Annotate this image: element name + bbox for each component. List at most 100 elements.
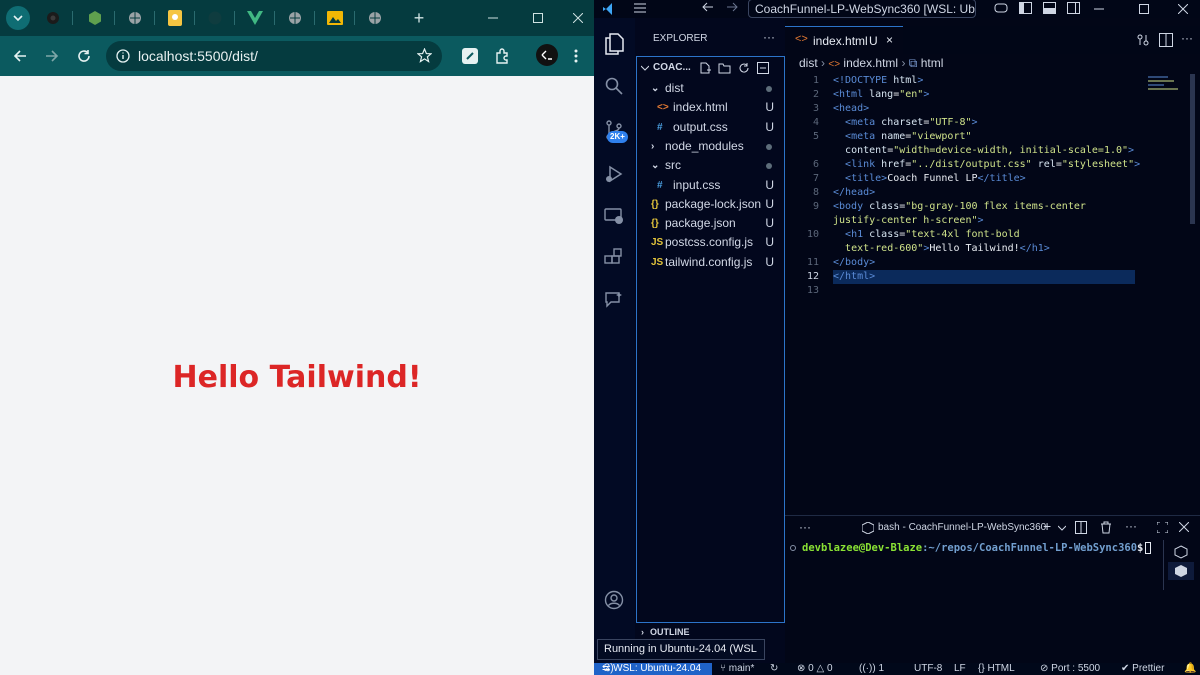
nav-back-button[interactable] [702,1,714,16]
language-indicator[interactable]: {} HTML [978,663,1015,675]
profile-avatar[interactable] [536,44,558,66]
refresh-icon[interactable] [738,62,750,74]
split-terminal-icon[interactable] [1075,521,1087,534]
eol-indicator[interactable]: LF [954,663,966,675]
chrome-menu-button[interactable] [564,44,588,68]
double-check-icon: ✔ [1121,663,1133,674]
layout-panel-button[interactable] [1043,2,1056,17]
tree-item[interactable]: JS postcss.config.js U [637,233,784,252]
activity-explorer[interactable] [602,32,626,56]
tab-globe-1[interactable] [126,9,144,27]
sync-icon[interactable]: ↻ [770,663,778,675]
explorer-more-button[interactable]: ··· [763,30,775,44]
activity-chat[interactable] [602,288,626,312]
forward-button[interactable] [40,44,64,68]
close-tab-icon[interactable]: × [886,33,893,47]
sidebar-layout-icon [1019,2,1032,14]
layout-sidebar-button[interactable] [1019,2,1032,17]
vscode-minimize-button[interactable] [1094,3,1104,17]
maximize-icon [533,13,543,23]
split-editor-icon[interactable] [1159,33,1173,47]
project-header[interactable]: COAC... [637,57,784,79]
close-window-button[interactable] [569,9,587,27]
activity-accounts[interactable] [602,588,626,612]
compare-changes-icon[interactable] [1136,33,1150,47]
tree-item[interactable]: <> index.html U [637,98,784,117]
breadcrumb-symbol[interactable]: html [921,56,944,70]
vscode-maximize-button[interactable] [1139,3,1149,17]
address-bar[interactable]: localhost:5500/dist/ [106,41,442,71]
bookmark-star-icon[interactable] [417,48,432,63]
tab-index-html[interactable]: <> index.html U × [785,26,903,54]
new-file-icon[interactable] [699,62,711,74]
outline-section[interactable]: › OUTLINE [641,627,690,637]
tree-item[interactable]: {} package-lock.json U [637,195,784,214]
extension-button[interactable] [458,44,482,68]
back-button[interactable] [8,44,32,68]
collapse-all-icon[interactable] [757,62,769,74]
editor-scrollbar[interactable] [1190,74,1195,224]
terminal-prompt[interactable]: devblazee@Dev-Blaze:~/repos/CoachFunnel-… [802,542,1152,554]
url-text[interactable]: localhost:5500/dist/ [138,48,258,64]
site-info-icon[interactable] [116,49,130,63]
terminal-more-button[interactable]: ··· [1125,519,1137,533]
code-editor[interactable]: 1 <!DOCTYPE html> 2 <html lang="en"> 3 <head>… [785,74,1145,314]
tree-item[interactable]: › node_modules [637,137,784,156]
reload-button[interactable] [72,44,96,68]
close-panel-icon[interactable] [1179,522,1189,532]
panel-more-button[interactable]: ··· [799,520,811,534]
tab-globe-2[interactable] [286,9,304,27]
vscode-close-button[interactable] [1177,3,1189,17]
breadcrumb-file[interactable]: index.html [843,56,898,70]
terminal-title[interactable]: bash - CoachFunnel-LP-WebSync360 [878,522,1046,533]
command-center[interactable]: CoachFunnel-LP-WebSync360 [WSL: Ubuntu-2… [748,0,976,18]
tab-node[interactable] [86,9,104,27]
prettier-indicator[interactable]: ✔ Prettier [1121,663,1164,675]
new-tab-button[interactable]: + [410,8,428,28]
copilot-button[interactable] [994,2,1008,17]
new-terminal-button[interactable]: + [1043,518,1051,534]
copilot-icon [994,3,1008,13]
tab-status: U [869,34,878,48]
layout-secondary-button[interactable] [1067,2,1080,17]
chevron-down-icon[interactable] [1058,525,1066,531]
secondary-sidebar-icon [1067,2,1080,14]
new-folder-icon[interactable] [718,62,731,74]
nav-forward-button[interactable] [726,1,738,16]
terminal-instance-active[interactable] [1168,562,1194,580]
editor-more-button[interactable]: ··· [1181,31,1193,45]
tree-item-label: postcss.config.js [665,235,754,250]
git-branch[interactable]: ⑂ main* [720,663,754,675]
problems-indicator[interactable]: ⊗ 0 △ 0 [797,663,833,675]
trash-icon[interactable] [1100,521,1112,534]
tab-search-button[interactable] [6,6,30,30]
maximize-panel-icon[interactable] [1157,522,1168,533]
tree-item[interactable]: JS tailwind.config.js U [637,253,784,272]
tree-item[interactable]: # input.css U [637,176,784,195]
tree-item[interactable]: ⌄ src [637,156,784,175]
live-server-indicator[interactable]: ⊘ Port : 5500 [1040,663,1100,675]
menu-button[interactable] [634,2,648,16]
tab-globe-3[interactable] [366,9,384,27]
ports-indicator[interactable]: ((·)) 1 [859,663,884,675]
tab-chrome[interactable] [44,9,62,27]
tree-item[interactable]: ⌄ dist [637,79,784,98]
activity-run-debug[interactable] [602,162,626,186]
breadcrumb-folder[interactable]: dist [799,56,818,70]
activity-search[interactable] [602,74,626,98]
activity-extensions[interactable] [602,246,626,270]
activity-remote-explorer[interactable] [602,204,626,228]
tab-photos[interactable] [326,9,344,27]
notifications-icon[interactable]: 🔔 [1184,663,1196,675]
extensions-menu-button[interactable] [490,44,514,68]
maximize-button[interactable] [529,9,547,27]
tab-vue[interactable] [246,9,264,27]
tab-keep[interactable] [166,9,184,27]
tab-github[interactable] [206,9,224,27]
tree-item[interactable]: # output.css U [637,118,784,137]
terminal-instance-icon[interactable] [1174,545,1188,559]
tree-item[interactable]: {} package.json U [637,214,784,233]
minimize-button[interactable] [484,9,502,27]
minimap[interactable] [1148,74,1184,104]
encoding-indicator[interactable]: UTF-8 [914,663,942,675]
